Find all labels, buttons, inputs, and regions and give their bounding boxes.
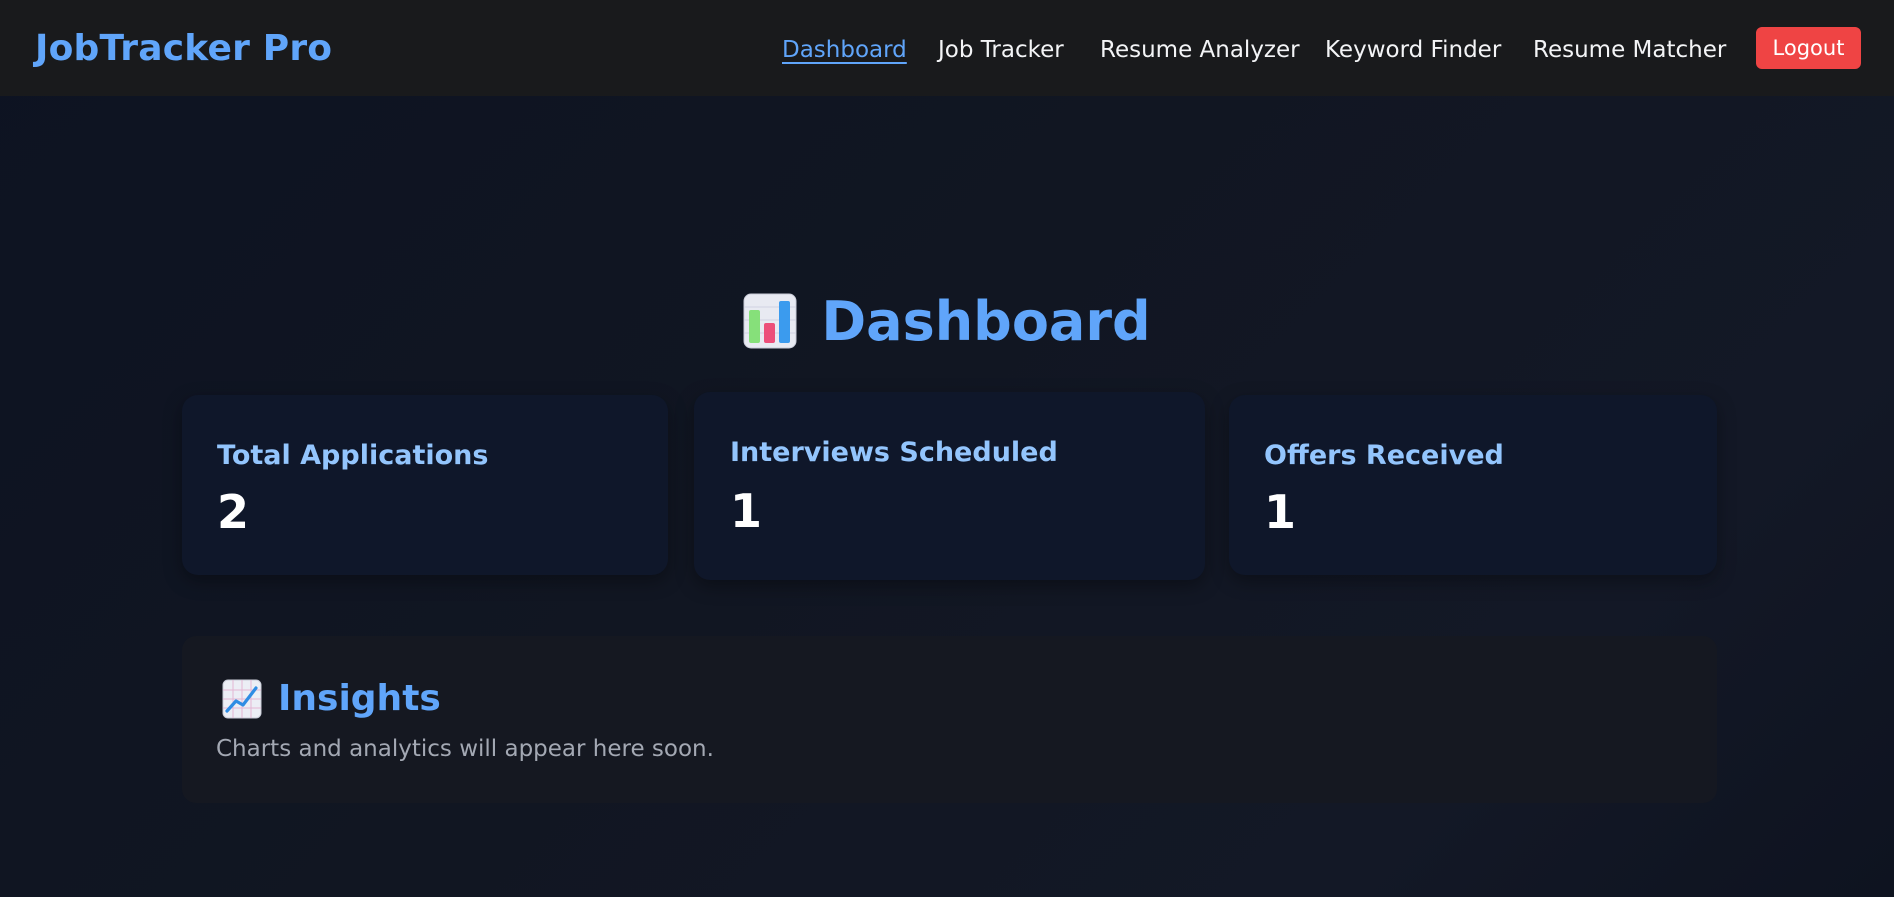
nav-links: Dashboard Job Tracker Resume Analyzer Ke… — [0, 35, 1894, 65]
page: JobTracker Pro Dashboard Job Tracker Res… — [0, 0, 1894, 897]
nav-link-keyword-finder[interactable]: Keyword Finder — [1325, 35, 1501, 65]
stat-value: 1 — [730, 484, 763, 538]
trend-chart-icon — [222, 679, 262, 718]
nav-link-job-tracker[interactable]: Job Tracker — [938, 35, 1064, 65]
stat-label: Offers Received — [1264, 440, 1504, 471]
stat-value: 2 — [217, 485, 250, 539]
stat-card-offers-received: Offers Received 1 — [1229, 395, 1717, 575]
stat-card-total-applications: Total Applications 2 — [182, 395, 668, 575]
bar-chart-icon — [743, 293, 797, 349]
insights-header: Insights — [222, 678, 441, 719]
logout-button[interactable]: Logout — [1756, 27, 1861, 69]
top-navbar: JobTracker Pro Dashboard Job Tracker Res… — [0, 0, 1894, 96]
page-title-text: Dashboard — [821, 289, 1151, 353]
stat-card-interviews-scheduled: Interviews Scheduled 1 — [694, 392, 1205, 580]
nav-link-resume-matcher[interactable]: Resume Matcher — [1533, 35, 1726, 65]
stat-value: 1 — [1264, 485, 1297, 539]
insights-panel: Insights Charts and analytics will appea… — [182, 636, 1717, 803]
insights-title: Insights — [278, 678, 441, 719]
nav-link-resume-analyzer[interactable]: Resume Analyzer — [1100, 35, 1300, 65]
insights-text: Charts and analytics will appear here so… — [216, 736, 714, 762]
nav-link-dashboard[interactable]: Dashboard — [782, 35, 907, 65]
page-title: Dashboard — [0, 286, 1894, 356]
stat-label: Total Applications — [217, 440, 489, 471]
stat-label: Interviews Scheduled — [730, 437, 1058, 468]
